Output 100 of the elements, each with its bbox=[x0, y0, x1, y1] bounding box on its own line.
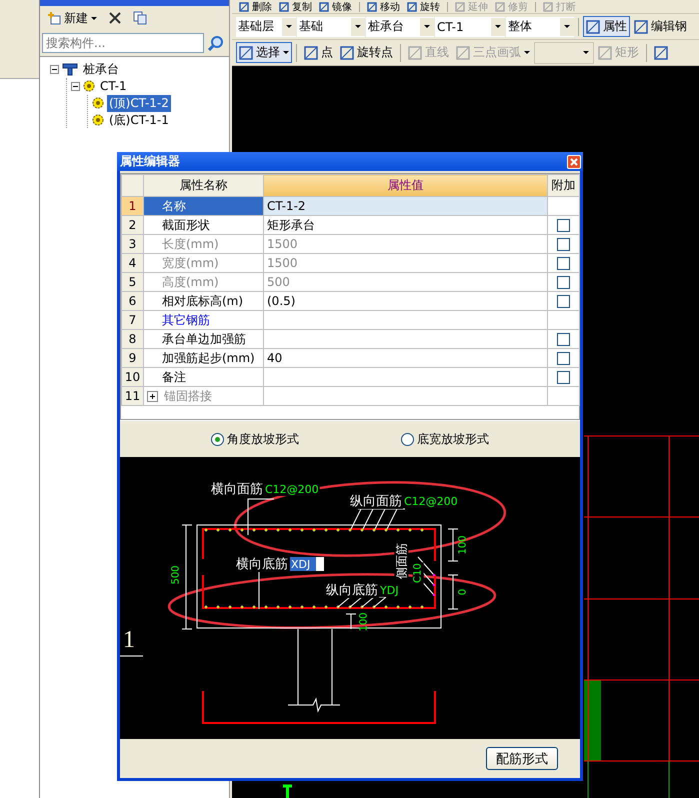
tool-icon bbox=[279, 2, 289, 12]
expand-toggle[interactable] bbox=[50, 64, 59, 74]
rebar-label: 纵向底筋 bbox=[326, 583, 378, 598]
column-header: 附加 bbox=[548, 174, 580, 196]
tool-button[interactable]: 镜像 bbox=[316, 0, 355, 13]
checkbox[interactable] bbox=[557, 294, 570, 308]
tool-icon bbox=[407, 2, 417, 12]
row-number: 7 bbox=[122, 310, 144, 330]
selected-text: XDJ bbox=[290, 557, 316, 571]
rebar-spec: C10 bbox=[412, 563, 424, 583]
property-name[interactable]: 其它钢筋 bbox=[144, 310, 264, 330]
tool-icon bbox=[239, 46, 253, 60]
new-item-icon bbox=[47, 11, 61, 25]
dropdown[interactable]: 基础层 bbox=[236, 16, 296, 36]
tool-button[interactable]: 旋转 bbox=[404, 0, 443, 13]
dropdown[interactable]: CT-1 bbox=[435, 16, 505, 36]
rebar-form-button[interactable]: 配筋形式 bbox=[486, 747, 558, 770]
search-icon bbox=[208, 35, 224, 51]
tool-icon bbox=[634, 20, 648, 34]
rebar-label: 纵向面筋 bbox=[350, 494, 402, 509]
close-icon bbox=[109, 12, 121, 24]
tool-icon bbox=[408, 46, 422, 60]
row-number: 11 bbox=[122, 386, 144, 406]
tool-icon bbox=[654, 46, 668, 60]
tool-icon bbox=[319, 2, 329, 12]
dimension-label: 0 bbox=[458, 588, 469, 596]
rebar-spec: C12@200 bbox=[404, 495, 458, 508]
property-name[interactable]: 相对底标高(m) bbox=[144, 292, 264, 310]
property-name[interactable]: 截面形状 bbox=[144, 216, 264, 234]
section-mark: 1 bbox=[123, 627, 135, 653]
checkbox[interactable] bbox=[557, 352, 570, 364]
dimension-label: 100 bbox=[458, 535, 469, 555]
dialog-title: 属性编辑器 bbox=[120, 153, 180, 170]
tool-icon bbox=[239, 2, 249, 12]
radio-option[interactable]: 底宽放坡形式 bbox=[401, 430, 489, 448]
text-cursor bbox=[316, 557, 324, 571]
radio-option[interactable]: 角度放坡形式 bbox=[211, 430, 299, 448]
tool-icon bbox=[495, 2, 505, 12]
row-number: 2 bbox=[122, 216, 144, 234]
tool-icon bbox=[367, 2, 377, 12]
tree-item[interactable]: 桩承台 bbox=[81, 60, 121, 78]
tool-button[interactable]: 删除 bbox=[236, 0, 275, 13]
tool-button[interactable]: 属性 bbox=[583, 16, 630, 37]
close-button[interactable] bbox=[567, 154, 581, 168]
gear-icon bbox=[92, 97, 104, 109]
property-value[interactable]: 矩形承台 bbox=[264, 216, 548, 234]
row-number: 10 bbox=[122, 368, 144, 386]
checkbox[interactable] bbox=[557, 332, 570, 346]
tool-icon bbox=[543, 2, 553, 12]
tool-icon bbox=[304, 46, 318, 60]
rebar-label: 横向面筋 bbox=[211, 482, 263, 497]
property-name[interactable]: 承台单边加强筋 bbox=[144, 330, 264, 348]
axis-marker-icon bbox=[282, 784, 294, 798]
rebar-spec: YDJ bbox=[380, 584, 398, 597]
property-name[interactable]: 备注 bbox=[144, 368, 264, 386]
checkbox[interactable] bbox=[557, 218, 570, 232]
column-header: 属性名称 bbox=[144, 174, 264, 196]
tree-item[interactable]: CT-1 bbox=[98, 79, 129, 93]
property-value[interactable]: (0.5) bbox=[264, 292, 548, 310]
search-field[interactable]: 搜索构件... bbox=[42, 33, 204, 53]
row-number: 8 bbox=[122, 330, 144, 348]
tool-button[interactable]: 编辑钢 bbox=[631, 16, 690, 37]
property-name[interactable]: 加强筋起步(mm) bbox=[144, 348, 264, 368]
tool-button[interactable]: 旋转点 bbox=[337, 42, 396, 63]
column-header: 属性值 bbox=[264, 174, 548, 196]
property-name: 锚固搭接 bbox=[164, 388, 212, 402]
tool-button[interactable]: 点 bbox=[301, 42, 336, 63]
row-number: 4 bbox=[122, 254, 144, 272]
tool-button[interactable]: 移动 bbox=[364, 0, 403, 13]
dropdown[interactable]: 桩承台 bbox=[366, 16, 434, 36]
checkbox[interactable] bbox=[557, 370, 570, 384]
tree-item[interactable]: (底)CT-1-1 bbox=[107, 112, 171, 128]
pile-cap-icon bbox=[62, 62, 78, 76]
copy-icon bbox=[133, 11, 147, 25]
row-number: 5 bbox=[122, 272, 144, 292]
close-icon bbox=[570, 158, 578, 166]
tool-icon bbox=[586, 20, 600, 34]
tree-item[interactable]: (顶)CT-1-2 bbox=[107, 94, 171, 112]
gear-icon bbox=[83, 80, 95, 92]
property-value[interactable]: 40 bbox=[264, 348, 548, 368]
dropdown[interactable]: 整体 bbox=[506, 16, 574, 36]
tool-icon bbox=[455, 2, 465, 12]
rebar-label: 横向底筋 bbox=[236, 557, 288, 572]
dimension-label: 500 bbox=[170, 565, 182, 585]
row-number: 1 bbox=[122, 196, 144, 216]
dimension-label: 100 bbox=[358, 612, 370, 632]
rebar-spec: C12@200 bbox=[265, 483, 319, 496]
property-value[interactable]: CT-1-2 bbox=[264, 196, 548, 216]
gear-icon bbox=[92, 114, 104, 126]
row-number: 9 bbox=[122, 348, 144, 368]
rebar-label: 侧面筋 bbox=[394, 543, 408, 579]
dropdown[interactable]: 基础 bbox=[297, 16, 365, 36]
expand-toggle[interactable] bbox=[71, 82, 80, 90]
tool-button[interactable]: 选择 bbox=[236, 42, 292, 63]
tool-icon bbox=[340, 46, 354, 60]
row-number: 3 bbox=[122, 234, 144, 254]
property-name[interactable]: 名称 bbox=[144, 196, 264, 216]
tool-icon bbox=[598, 46, 612, 60]
row-number: 6 bbox=[122, 292, 144, 310]
tool-button[interactable]: 复制 bbox=[276, 0, 315, 13]
